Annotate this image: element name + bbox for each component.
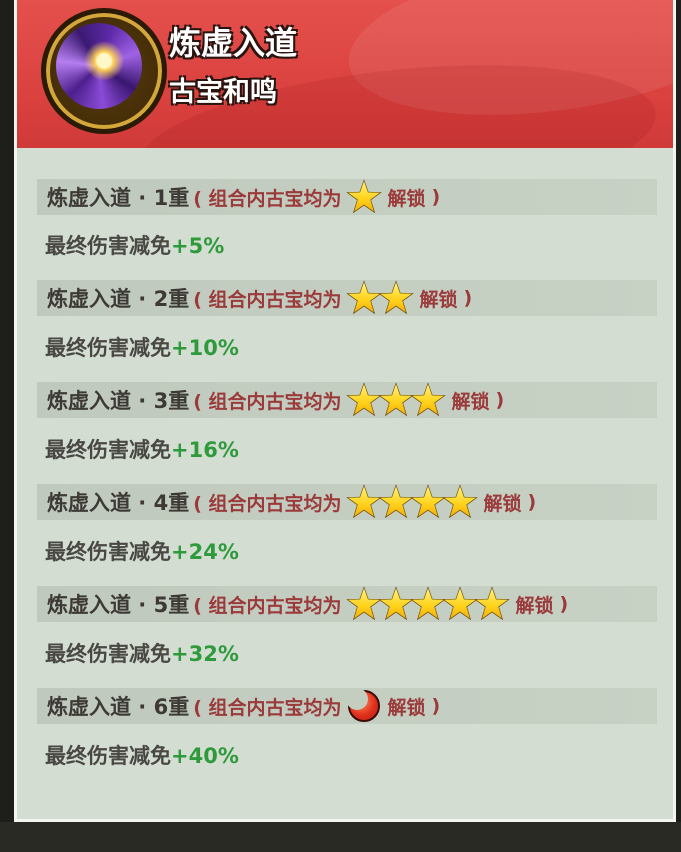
tier-name: 炼虚入道 · 4重 [47,491,190,515]
condition-close: ) [527,491,537,513]
tier-condition: ( 组合内古宝均为 [193,492,342,515]
tier-name: 炼虚入道 · 3重 [47,389,190,413]
unlock-label: 解锁 [515,594,554,617]
tier-header-5: 炼虚入道 · 5重( 组合内古宝均为 解锁) [37,586,657,622]
requirement-icons [348,282,412,315]
star-icon [380,282,413,315]
condition-close: ) [431,695,441,717]
tier-effect-5: 最终伤害减免+32% [45,638,239,668]
requirement-icons [348,486,476,519]
star-icon [476,588,509,621]
requirement-icons [348,384,444,417]
condition-close: ) [495,389,505,411]
tier-effect-6: 最终伤害减免+40% [45,740,239,770]
star-icon [380,384,413,417]
tier-condition: ( 组合内古宝均为 [193,390,342,413]
tier-header-2: 炼虚入道 · 2重( 组合内古宝均为 解锁) [37,280,657,316]
effect-value: +40% [171,744,239,768]
condition-close: ) [431,186,441,208]
effect-value: +5% [171,234,225,258]
tier-effect-3: 最终伤害减免+16% [45,434,239,464]
tier-name: 炼虚入道 · 5重 [47,593,190,617]
red-moon-icon [345,688,380,722]
star-icon [348,486,381,519]
vortex-core [56,23,142,109]
requirement-icons [348,588,508,621]
unlock-label: 解锁 [483,492,522,515]
star-icon [380,588,413,621]
tier-effect-2: 最终伤害减免+10% [45,332,239,362]
star-icon [348,384,381,417]
star-icon [412,588,445,621]
star-icon [444,588,477,621]
tier-condition: ( 组合内古宝均为 [193,594,342,617]
tier-effect-4: 最终伤害减免+24% [45,536,239,566]
star-icon [412,384,445,417]
tier-name: 炼虚入道 · 6重 [47,695,190,719]
tier-effect-1: 最终伤害减免+5% [45,230,224,260]
tier-name: 炼虚入道 · 1重 [47,186,190,210]
effect-label: 最终伤害减免 [45,336,171,360]
star-icon [444,486,477,519]
panel-header: 炼虚入道 古宝和鸣 [17,0,673,148]
panel-subtitle: 古宝和鸣 [169,77,277,108]
effect-label: 最终伤害减免 [45,234,171,258]
tier-header-1: 炼虚入道 · 1重( 组合内古宝均为 解锁) [37,179,657,215]
condition-close: ) [559,593,569,615]
star-icon [348,588,381,621]
effect-value: +24% [171,540,239,564]
skill-detail-panel: 炼虚入道 古宝和鸣 炼虚入道 · 1重( 组合内古宝均为 解锁) 最终伤害减免+5%… [14,0,676,822]
star-icon [348,181,381,214]
tier-header-4: 炼虚入道 · 4重( 组合内古宝均为 解锁) [37,484,657,520]
effect-value: +10% [171,336,239,360]
requirement-icons [348,181,380,214]
star-icon [380,486,413,519]
effect-label: 最终伤害减免 [45,438,171,462]
star-icon [412,486,445,519]
unlock-label: 解锁 [387,696,426,719]
unlock-label: 解锁 [451,390,490,413]
star-icon [348,282,381,315]
effect-label: 最终伤害减免 [45,744,171,768]
tier-header-6: 炼虚入道 · 6重( 组合内古宝均为 解锁) [37,688,657,724]
tier-condition: ( 组合内古宝均为 [193,288,342,311]
effect-value: +32% [171,642,239,666]
effect-label: 最终伤害减免 [45,642,171,666]
tier-name: 炼虚入道 · 2重 [47,287,190,311]
effect-label: 最终伤害减免 [45,540,171,564]
unlock-label: 解锁 [387,187,426,210]
panel-title: 炼虚入道 [169,24,298,62]
condition-close: ) [463,287,473,309]
tier-header-3: 炼虚入道 · 3重( 组合内古宝均为 解锁) [37,382,657,418]
effect-value: +16% [171,438,239,462]
purple-vortex-emblem-icon [41,8,167,134]
background-strip [0,822,681,852]
tier-condition: ( 组合内古宝均为 [193,187,342,210]
requirement-icons [345,688,380,722]
unlock-label: 解锁 [419,288,458,311]
tier-condition: ( 组合内古宝均为 [193,696,342,719]
